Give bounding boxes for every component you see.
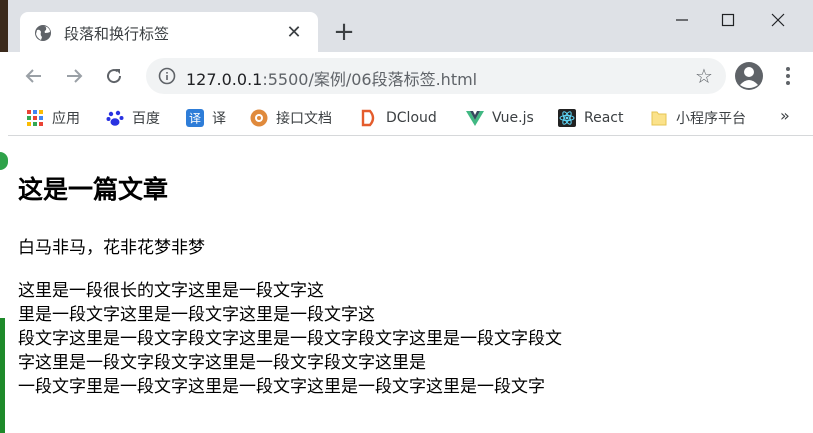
apps-grid-icon — [26, 109, 44, 127]
forward-button[interactable] — [60, 62, 88, 90]
folder-icon — [650, 109, 668, 127]
bookmark-label: 小程序平台 — [676, 111, 746, 127]
paragraph-line: 段文字这里是一段文字段文字这里是一段文字段文字这里是一段文字段文 — [18, 329, 562, 349]
bookmark-label: Vue.js — [492, 110, 534, 126]
bookmark-miniprogram[interactable]: 小程序平台 — [650, 106, 746, 130]
browser-toolbar: 127.0.0.1:5500/案例/06段落标签.html ☆ — [8, 52, 813, 100]
window-close-button[interactable] — [756, 6, 800, 34]
forward-arrow-icon — [67, 69, 83, 83]
address-bar[interactable]: 127.0.0.1:5500/案例/06段落标签.html ☆ — [146, 58, 726, 94]
bookmark-translate[interactable]: 译 译 — [186, 106, 226, 130]
browser-tab[interactable]: 段落和换行标签 ✕ — [20, 12, 318, 52]
bookmark-label: 接口文档 — [276, 111, 332, 127]
back-button[interactable] — [20, 62, 48, 90]
tab-title: 段落和换行标签 — [64, 25, 170, 43]
back-arrow-icon — [25, 69, 41, 83]
info-icon[interactable] — [158, 67, 176, 85]
bookmark-label: 译 — [212, 111, 226, 127]
bookmark-baidu[interactable]: 百度 — [106, 106, 160, 130]
profile-avatar[interactable] — [734, 61, 764, 91]
vue-icon — [466, 109, 484, 127]
paragraph-2: 这里是一段很长的文字这里是一段文字这 里是一段文字这里是一段文字这里是一段文字这… — [18, 279, 562, 399]
tab-close-icon[interactable]: ✕ — [282, 20, 306, 44]
dcloud-icon — [360, 109, 378, 127]
react-icon — [558, 109, 576, 127]
url-text: 127.0.0.1:5500/案例/06段落标签.html — [186, 66, 477, 90]
bookmark-star-icon[interactable]: ☆ — [692, 64, 716, 88]
new-tab-button[interactable]: + — [330, 17, 358, 47]
bookmarks-bar: 应用 百度 译 译 接口文档 DCloud Vue.js React 小程序平台… — [8, 100, 813, 136]
svg-text:译: 译 — [189, 112, 201, 126]
reload-button[interactable] — [100, 62, 128, 90]
baidu-paw-icon — [106, 109, 124, 127]
bookmark-vue[interactable]: Vue.js — [466, 106, 534, 130]
minimize-button[interactable] — [660, 6, 704, 34]
url-host: 127.0.0.1 — [186, 70, 263, 89]
paragraph-line: 里是一段文字这里是一段文字这里是一段文字这 — [18, 305, 375, 325]
bookmark-label: React — [584, 110, 624, 126]
bookmark-label: 应用 — [52, 111, 80, 127]
bookmark-label: DCloud — [386, 110, 437, 126]
bookmarks-overflow-button[interactable]: » — [780, 106, 790, 125]
article-heading: 这是一篇文章 — [18, 175, 169, 204]
background-window-indicator — [0, 152, 8, 170]
bookmark-react[interactable]: React — [558, 106, 623, 130]
globe-icon — [34, 24, 52, 42]
paragraph-line: 字这里是一段文字段文字这里是一段文字段文字这里是 — [18, 353, 426, 373]
translate-icon: 译 — [186, 109, 204, 127]
paragraph-line: 一段文字里是一段文字这里是一段文字这里是一段文字这里是一段文字 — [18, 377, 545, 397]
background-window-edge-green — [0, 318, 5, 433]
bookmark-api-docs[interactable]: 接口文档 — [250, 106, 332, 130]
maximize-icon — [721, 13, 735, 27]
maximize-button[interactable] — [706, 6, 750, 34]
bookmark-label: 百度 — [132, 111, 160, 127]
bookmark-apps[interactable]: 应用 — [26, 106, 80, 130]
bookmark-dcloud[interactable]: DCloud — [360, 106, 437, 130]
background-window-edge — [0, 0, 8, 52]
url-path: :5500/案例/06段落标签.html — [262, 70, 478, 89]
doc-circle-icon — [250, 109, 268, 127]
paragraph-line: 这里是一段很长的文字这里是一段文字这 — [18, 281, 324, 301]
reload-icon — [107, 69, 122, 84]
minimize-icon — [676, 19, 688, 21]
paragraph-1: 白马非马，花非花梦非梦 — [18, 238, 205, 258]
tab-strip: 段落和换行标签 ✕ + — [8, 0, 813, 52]
more-menu-icon[interactable] — [778, 62, 798, 90]
close-icon — [771, 13, 785, 27]
